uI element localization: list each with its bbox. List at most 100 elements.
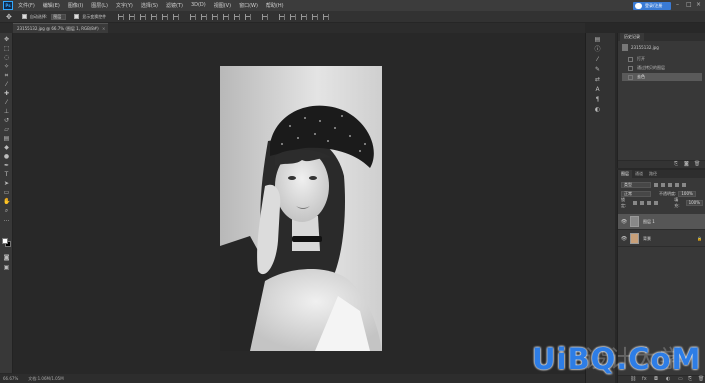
3d-mode-icon[interactable] bbox=[279, 13, 286, 20]
menu-select[interactable]: 选择(S) bbox=[141, 2, 158, 9]
fill-input[interactable]: 100% bbox=[685, 199, 703, 206]
menu-filter[interactable]: 滤镜(T) bbox=[166, 2, 183, 9]
align-right-icon[interactable] bbox=[173, 13, 180, 20]
paragraph-panel-icon[interactable]: ¶ bbox=[594, 96, 601, 103]
align-middle-icon[interactable] bbox=[129, 13, 136, 20]
stamp-icon[interactable]: ⊥ bbox=[3, 109, 10, 115]
align-center-icon[interactable] bbox=[162, 13, 169, 20]
menu-image[interactable]: 图像(I) bbox=[68, 2, 83, 9]
filter-adjustment-icon[interactable] bbox=[661, 182, 665, 187]
visibility-eye-icon[interactable]: 👁 bbox=[620, 236, 628, 242]
layer-style-icon[interactable]: fx bbox=[642, 377, 647, 382]
history-item-copy-layer[interactable]: 通过拷贝的图层 bbox=[622, 64, 702, 72]
cloud-login-button[interactable]: 登录/注册 bbox=[633, 2, 671, 10]
auto-select-dropdown[interactable]: 图层 bbox=[51, 13, 67, 20]
document-tab[interactable]: 23155132.jpg @ 66.7% (图层 1, RGB/8#) × bbox=[13, 23, 108, 33]
distribute-bottom-icon[interactable] bbox=[212, 13, 219, 20]
more-tools-icon[interactable]: … bbox=[3, 217, 10, 223]
layer-filter-dropdown[interactable]: 类型 bbox=[621, 181, 651, 188]
distribute-middle-icon[interactable] bbox=[201, 13, 208, 20]
history-item-desaturate[interactable]: 去色 bbox=[622, 73, 702, 81]
menu-view[interactable]: 视图(V) bbox=[214, 2, 231, 9]
menu-help[interactable]: 帮助(H) bbox=[266, 2, 284, 9]
healing-icon[interactable]: ✚ bbox=[3, 91, 10, 97]
trash-icon[interactable]: 🗑 bbox=[694, 162, 700, 167]
crop-icon[interactable]: ⌗ bbox=[3, 73, 10, 79]
hand-icon[interactable]: ✋ bbox=[3, 199, 10, 205]
menu-layer[interactable]: 图层(L) bbox=[91, 2, 108, 9]
brush-icon[interactable]: ⁄ bbox=[3, 100, 10, 106]
lock-paint-icon[interactable] bbox=[640, 200, 645, 205]
distribute-left-icon[interactable] bbox=[223, 13, 230, 20]
screen-mode-icon[interactable]: ▣ bbox=[3, 265, 10, 271]
align-left-icon[interactable] bbox=[151, 13, 158, 20]
document-canvas[interactable] bbox=[220, 66, 382, 351]
distribute-center-icon[interactable] bbox=[234, 13, 241, 20]
move-tool-preset-icon[interactable]: ✥ bbox=[6, 13, 12, 21]
layer-row-background[interactable]: 👁 背景 🔒 bbox=[618, 231, 705, 247]
marquee-icon[interactable]: ⬚ bbox=[3, 46, 10, 52]
dodge-icon[interactable]: ● bbox=[3, 154, 10, 160]
layer-name[interactable]: 图层 1 bbox=[643, 219, 655, 225]
filter-smart-icon[interactable] bbox=[682, 182, 686, 187]
lasso-icon[interactable]: ◌ bbox=[3, 55, 10, 61]
snapshot-camera-icon[interactable]: ◙ bbox=[684, 162, 689, 167]
adjustment-layer-icon[interactable]: ◐ bbox=[666, 377, 671, 382]
auto-select-checkbox[interactable] bbox=[21, 14, 27, 19]
menu-edit[interactable]: 编辑(E) bbox=[43, 2, 60, 9]
3d-pan-icon[interactable] bbox=[312, 13, 319, 20]
history-brush-icon[interactable]: ↺ bbox=[3, 118, 10, 124]
filter-type-icon[interactable] bbox=[668, 182, 672, 187]
canvas-workspace[interactable] bbox=[13, 33, 585, 374]
delete-layer-icon[interactable]: 🗑 bbox=[698, 377, 704, 382]
new-group-icon[interactable]: ▭ bbox=[678, 377, 683, 382]
link-layers-icon[interactable]: ⛓ bbox=[630, 377, 636, 382]
character-panel-icon[interactable]: A bbox=[594, 86, 601, 93]
visibility-eye-icon[interactable]: 👁 bbox=[620, 219, 628, 225]
show-transform-checkbox[interactable] bbox=[74, 14, 80, 19]
menu-file[interactable]: 文件(F) bbox=[18, 2, 35, 9]
zoom-level[interactable]: 66.67% bbox=[3, 376, 18, 381]
eraser-icon[interactable]: ▱ bbox=[3, 127, 10, 133]
filter-pixel-icon[interactable] bbox=[654, 182, 658, 187]
tool-presets-icon[interactable]: ✎ bbox=[594, 66, 601, 73]
align-bottom-icon[interactable] bbox=[140, 13, 147, 20]
menu-window[interactable]: 窗口(W) bbox=[239, 2, 258, 9]
brush-settings-icon[interactable]: ⁄ bbox=[594, 56, 601, 63]
history-item-open[interactable]: 打开 bbox=[622, 55, 702, 63]
add-mask-icon[interactable]: ◘ bbox=[654, 377, 659, 382]
3d-rotate-icon[interactable] bbox=[290, 13, 297, 20]
tab-paths[interactable]: 路径 bbox=[646, 170, 660, 178]
zoom-icon[interactable]: ⌕ bbox=[3, 208, 10, 214]
color-panel-icon[interactable]: ◐ bbox=[594, 106, 601, 113]
foreground-color-swatch[interactable] bbox=[2, 238, 8, 244]
lock-pixels-icon[interactable] bbox=[633, 200, 638, 205]
gradient-icon[interactable]: ▤ bbox=[3, 136, 10, 142]
menu-3d[interactable]: 3D(D) bbox=[191, 2, 206, 9]
close-tab-icon[interactable]: × bbox=[102, 26, 105, 31]
move-icon[interactable]: ✥ bbox=[3, 37, 10, 43]
path-select-icon[interactable]: ➤ bbox=[3, 181, 10, 187]
history-panel-icon[interactable]: ▤ bbox=[594, 36, 601, 43]
tab-channels[interactable]: 通道 bbox=[632, 170, 646, 178]
minimize-icon[interactable]: – bbox=[676, 1, 679, 8]
type-icon[interactable]: T bbox=[3, 172, 10, 178]
clone-source-icon[interactable]: ⇄ bbox=[594, 76, 601, 83]
properties-panel-icon[interactable]: ⓘ bbox=[594, 46, 601, 53]
pen-icon[interactable]: ✒ bbox=[3, 163, 10, 169]
shape-icon[interactable]: ▭ bbox=[3, 190, 10, 196]
lock-all-icon[interactable] bbox=[654, 200, 659, 205]
new-document-from-state-icon[interactable]: ⎘ bbox=[674, 162, 679, 167]
close-window-icon[interactable]: × bbox=[696, 1, 701, 8]
3d-roll-icon[interactable] bbox=[301, 13, 308, 20]
history-snapshot[interactable]: 23155132.jpg bbox=[622, 43, 702, 52]
layer-name[interactable]: 背景 bbox=[643, 236, 651, 242]
tab-history[interactable]: 历史记录 bbox=[620, 33, 644, 41]
eyedropper-icon[interactable]: ⁄ bbox=[3, 82, 10, 88]
magic-wand-icon[interactable]: ✧ bbox=[3, 64, 10, 70]
blur-icon[interactable]: ◆ bbox=[3, 145, 10, 151]
distribute-top-icon[interactable] bbox=[190, 13, 197, 20]
lock-position-icon[interactable] bbox=[647, 200, 652, 205]
3d-slide-icon[interactable] bbox=[323, 13, 330, 20]
maximize-icon[interactable]: □ bbox=[686, 1, 692, 8]
